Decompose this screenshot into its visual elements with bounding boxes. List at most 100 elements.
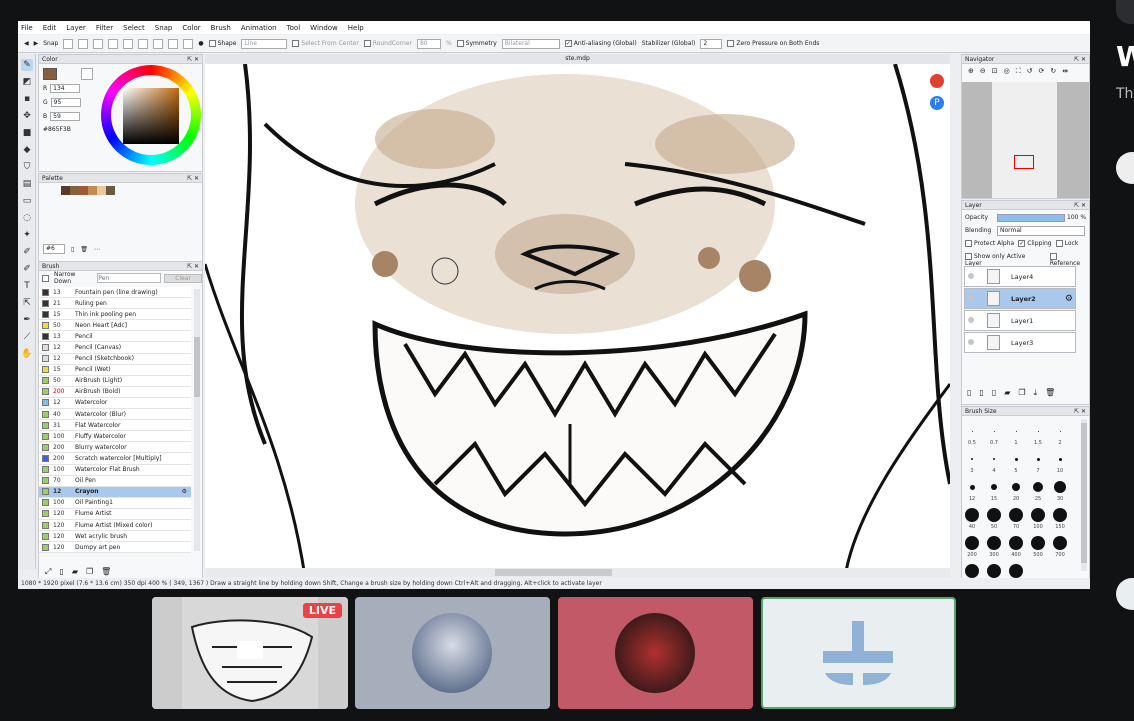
palette-swatch[interactable] [70,186,79,195]
stabilizer-select[interactable]: 2 [700,38,723,49]
layer-row-layer4[interactable]: Layer4 [964,266,1076,287]
brush-settings-icon[interactable]: ⤢ [45,567,51,577]
green-input[interactable]: 95 [50,98,81,107]
brush-size-dot[interactable] [1059,430,1061,432]
brush-item[interactable]: 50 Neon Heart [Adc] [39,320,191,332]
layer-row-layer2[interactable]: Layer2 ⚙ [964,288,1076,309]
hand-tool-icon[interactable]: ✋ [21,348,33,360]
brush-size-dot[interactable] [969,484,975,490]
bucket-tool-icon[interactable]: ⛉ [21,161,33,173]
eyedropper-tool-icon[interactable]: ⟋ [21,331,33,343]
palette-swatch[interactable] [79,186,88,195]
brush-item[interactable]: 120 Wet acrylic brush [39,531,191,543]
palette-page-select[interactable]: #6 [43,244,65,254]
snap-off-button[interactable] [63,38,74,49]
symmetry-select[interactable]: Bilateral [501,38,560,49]
rotate-right-icon[interactable]: ↻ [1050,67,1056,76]
brush-item[interactable]: 120 Dumpy art pen [39,542,191,553]
menu-animation[interactable]: Animation [241,24,277,32]
brush-size-dot[interactable] [965,564,979,578]
select-tool-icon[interactable]: ▭ [21,195,33,207]
menu-brush[interactable]: Brush [211,24,231,32]
drawing-canvas[interactable]: P [205,63,950,577]
red-input[interactable]: 134 [50,84,81,93]
brush-item[interactable]: 12 Crayon ⚙ [39,486,191,498]
fill-rect-tool-icon[interactable]: ■ [21,127,33,139]
brush-size-dot[interactable] [965,508,979,522]
menu-select[interactable]: Select [123,24,145,32]
brush-size-dot[interactable] [1009,508,1023,522]
gradient-tool-icon[interactable]: ▤ [21,178,33,190]
round-corner-input[interactable]: 80 [416,38,441,49]
brush-size-dot[interactable] [993,458,995,460]
document-tab[interactable]: ste.mdp [205,54,950,64]
snap-grid-button[interactable] [168,38,179,49]
panel-close-icon[interactable]: ⇱ ✕ [187,174,199,183]
new-brush-icon[interactable]: ▯ [59,567,63,577]
brush-settings-gear-icon[interactable]: ⚙ [182,488,187,495]
fill-tool-icon[interactable]: ◆ [21,144,33,156]
brush-size-dot[interactable] [1053,536,1067,550]
brush-size-dot[interactable] [971,430,973,432]
operation-tool-icon[interactable]: ⇱ [21,297,33,309]
folder-icon[interactable]: ▰ [72,567,78,577]
foreground-color-swatch[interactable] [43,68,57,80]
dot-tool-icon[interactable]: ▪ [21,93,33,105]
duplicate-layer-icon[interactable]: ❐ [1018,388,1025,398]
reset-rotation-icon[interactable]: ⟳ [1039,67,1045,76]
visibility-eye-icon[interactable] [968,339,974,345]
brush-size-dot[interactable] [1009,564,1023,578]
brush-item[interactable]: 12 Pencil (Canvas) [39,342,191,354]
menu-window[interactable]: Window [310,24,338,32]
brush-item[interactable]: 100 Fluffy Watercolor [39,431,191,443]
brush-item[interactable]: 15 Thin ink pooling pen [39,309,191,321]
snap-cross-button[interactable] [93,38,104,49]
new-layer-icon[interactable]: ▯ [967,388,971,398]
zoom-in-icon[interactable]: ⊕ [968,67,974,76]
brush-size-dot[interactable] [1009,536,1023,550]
shape-select[interactable]: Line [241,38,288,49]
reference-checkbox[interactable] [1049,253,1057,260]
menu-file[interactable]: File [21,24,33,32]
visibility-eye-icon[interactable] [968,273,974,279]
shape-checkbox[interactable] [208,40,216,47]
visibility-eye-icon[interactable] [968,317,974,323]
brush-size-dot[interactable] [1037,430,1039,432]
select-pen-tool-icon[interactable]: ✐ [21,246,33,258]
brush-item[interactable]: 200 AirBrush (Bold) [39,387,191,398]
brush-item[interactable]: 12 Watercolor [39,398,191,410]
saturation-square[interactable] [123,88,179,144]
brush-item[interactable]: 70 Oil Pen [39,476,191,487]
visibility-eye-icon[interactable] [968,295,974,301]
brush-size-dot[interactable] [971,458,973,460]
snap-curve-button[interactable] [153,38,164,49]
select-from-center-checkbox[interactable] [292,40,300,47]
panel-close-icon[interactable]: ⇱ ✕ [187,55,199,64]
layer-row-layer1[interactable]: Layer1 [964,310,1076,331]
snap-circle-button[interactable] [138,38,149,49]
brush-item[interactable]: 21 Ruling pen [39,298,191,310]
text-tool-icon[interactable]: T [21,280,33,292]
delete-brush-icon[interactable]: 🗑 [101,567,111,577]
clipping-checkbox[interactable] [1018,240,1026,247]
magic-wand-tool-icon[interactable]: ✦ [21,229,33,241]
flip-icon[interactable]: ⇹ [1062,67,1068,76]
fit-icon[interactable]: ⊡ [992,67,998,76]
blending-select[interactable]: Normal [997,226,1085,236]
menu-snap[interactable]: Snap [155,24,173,32]
brush-size-dot[interactable] [987,564,1001,578]
brush-item[interactable]: 13 Fountain pen (line drawing) [39,287,191,299]
snap-perspective-button[interactable] [183,38,194,49]
antialias-checkbox[interactable] [564,40,572,47]
stream-tile-screen-share[interactable]: LIVE [152,597,348,709]
brush-size-dot[interactable] [1031,508,1045,522]
delete-layer-icon[interactable]: 🗑 [1045,388,1055,398]
palette-swatch[interactable] [106,186,115,195]
panel-close-icon[interactable]: ⇱ ✕ [1074,55,1086,64]
brush-item[interactable]: 120 Flume Artist [39,509,191,520]
menu-filter[interactable]: Filter [96,24,113,32]
rotate-left-icon[interactable]: ↺ [1027,67,1033,76]
panel-close-icon[interactable]: ⇱ ✕ [1074,201,1086,210]
zero-pressure-checkbox[interactable] [727,40,735,47]
move-tool-icon[interactable]: ✥ [21,110,33,122]
